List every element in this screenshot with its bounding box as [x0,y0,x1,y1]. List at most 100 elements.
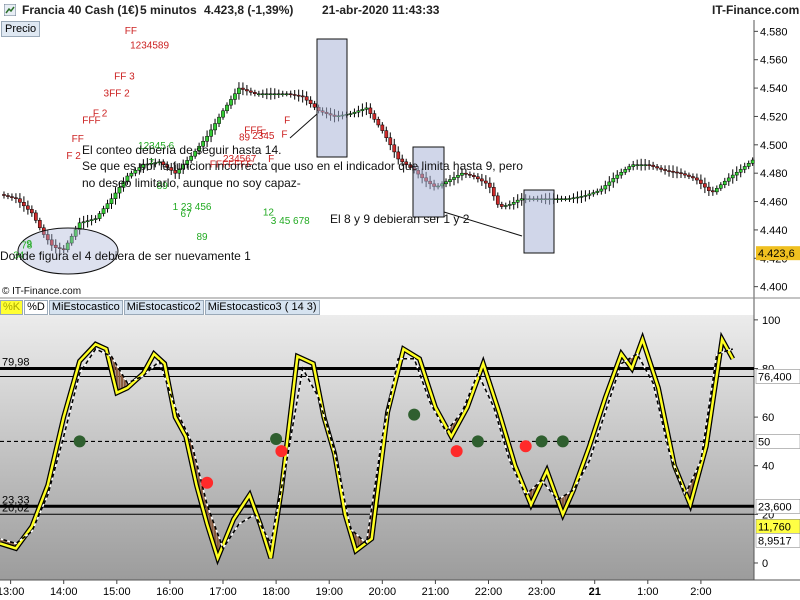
candle-body [555,198,560,200]
candle-body [714,188,719,193]
candle-body [710,190,715,193]
candle-body [675,171,679,174]
candle-body [276,93,281,96]
time-tick-label: 21:00 [422,586,450,598]
candle-body [292,94,297,96]
candle-body [491,187,496,197]
candle-body [33,212,38,221]
candle-body [615,174,620,179]
candle-body [750,159,755,164]
upper-level-label: 79,98 [2,357,30,369]
count-label-red: F [281,130,287,141]
signal-dot-green [556,435,569,448]
candle-body [312,103,317,108]
candle-body [253,92,257,95]
candle-body [448,179,452,182]
time-tick-label: 20:00 [369,586,397,598]
stoch-tick-label: 100 [762,315,780,327]
candle-body [623,169,628,173]
signal-dot-green [408,408,421,421]
signal-dot-green [471,435,484,448]
candle-body [284,93,289,96]
count-label-red: F [284,116,290,127]
candle-body [587,193,592,196]
annotation-4: Donde figura el 4 debiera de ser nuevame… [0,249,251,263]
candle-body [563,198,568,200]
candle-body [372,113,377,120]
candle-body [726,177,731,182]
candle-body [225,104,229,112]
time-tick-label: 1:00 [637,586,658,598]
candle-body [480,178,484,182]
candle-body [93,218,98,220]
count-label-red: 3FF 2 [104,89,131,100]
tab-d[interactable]: %D [24,300,48,315]
candle-body [746,163,751,167]
candle-body [280,93,285,96]
candle-body [703,183,707,188]
candle-body [18,198,22,203]
right-axis-bg [754,20,800,580]
tab-miestocastico[interactable]: MiEstocastico [48,300,123,315]
candle-body [651,164,655,167]
candle-body [221,110,225,118]
signal-dot-red [275,445,288,458]
candle-body [308,99,313,104]
candle-body [81,221,86,224]
candle-body [249,90,253,93]
candle-body [264,93,269,96]
candle-body [233,93,237,100]
count-label-green: 1 23 456 [173,202,212,213]
candle-body [707,186,711,191]
stoch-value-label: 8,9517 [758,535,792,547]
candle-body [599,188,604,192]
candle-body [245,89,249,92]
candle-body [272,93,277,96]
price-tick-label: 4.520 [760,111,788,123]
candle-body [699,179,703,184]
time-tick-label: 19:00 [315,586,343,598]
candle-body [583,195,588,197]
tab-miestocastico2[interactable]: MiEstocastico2 [123,300,204,315]
signal-dot-red [519,440,532,453]
signal-dot-green [73,435,86,448]
candle-body [97,213,102,219]
candle-body [627,166,632,170]
annotation-count: El conteo debería de seguir hasta 14. [82,143,282,157]
price-panel-button[interactable]: Precio [1,21,41,37]
candle-body [237,87,241,95]
candle-body [495,195,500,205]
candle-body [260,93,265,96]
candle-body [384,130,389,138]
candle-body [695,177,699,181]
candle-body [671,171,675,173]
candle-body [484,180,488,184]
candle-body [300,95,305,98]
candle-body [392,144,397,153]
tab-miestocastico3[interactable]: MiEstocastico3 ( 14 3) [204,300,320,315]
price-tick-label: 4.540 [760,83,788,95]
annotation-limit: no deseo limitarlo, aunque no soy capaz- [82,176,301,190]
candle-body [499,204,504,207]
time-tick-label: 17:00 [209,586,237,598]
stoch-tick-label: 40 [762,461,774,473]
highlight-box-low [523,189,555,254]
candle-body [105,203,110,209]
candle-body [376,119,381,126]
candle-body [37,220,42,229]
candle-body [730,174,735,179]
candle-body [360,109,365,112]
candle-body [507,204,512,206]
candle-body [205,136,209,142]
candle-body [571,197,576,200]
candle-body [22,202,26,207]
annotation-function: Se que es por la funcion incorrecta que … [82,159,523,173]
candle-body [575,196,580,199]
candle-body [241,87,245,90]
candle-body [559,198,564,200]
candle-body [647,164,651,166]
candle-body [26,205,30,210]
candle-body [738,169,743,173]
tab-k[interactable]: %K [0,300,24,315]
candle-body [304,96,309,101]
